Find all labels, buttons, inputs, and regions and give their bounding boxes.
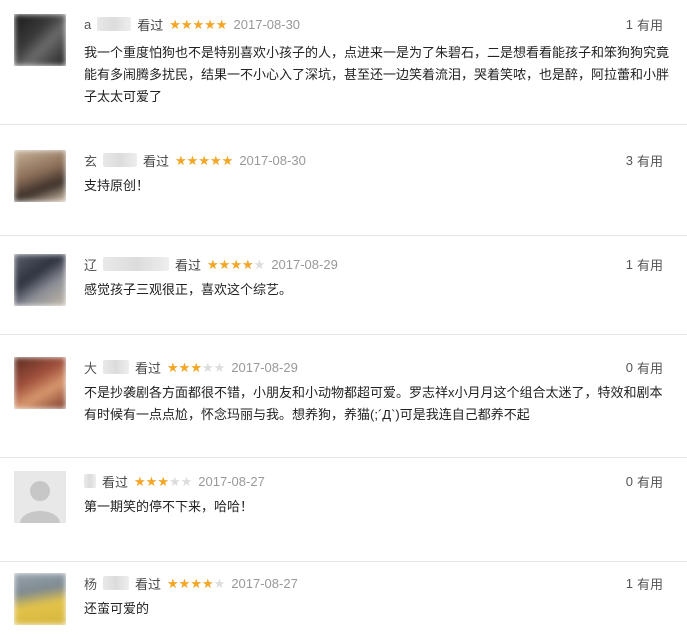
review-meta: 杨 看过 ★★★★★ ★★★★★ 2017-08-27 xyxy=(84,573,298,593)
username-mask xyxy=(97,17,132,31)
username[interactable]: a xyxy=(84,17,91,32)
username[interactable]: 杨 xyxy=(84,574,97,593)
username[interactable]: 大 xyxy=(84,358,97,377)
rating-stars: ★★★★★ ★★★★★ xyxy=(169,18,227,31)
useful-vote[interactable]: 1 有用 xyxy=(626,14,663,34)
watched-status: 看过 xyxy=(135,360,162,376)
star-icons-filled: ★★★★★ xyxy=(175,153,234,167)
review-date: 2017-08-29 xyxy=(231,359,298,375)
username[interactable]: 玄 xyxy=(84,151,97,170)
useful-count: 3 xyxy=(625,152,633,168)
review-comment: 第一期笑的停不下来，哈哈！ xyxy=(84,499,254,514)
username-mask xyxy=(103,153,138,167)
default-user-icon xyxy=(14,471,66,523)
review-meta: a 看过 ★★★★★ ★★★★★ 2017-08-30 xyxy=(84,14,300,34)
avatar[interactable] xyxy=(14,573,66,625)
avatar[interactable] xyxy=(14,254,66,306)
review-item: 看过 ★★★★★ ★★★★★ 2017-08-27 0 有用 第一期笑的停不下来… xyxy=(0,471,687,562)
useful-vote[interactable]: 1 有用 xyxy=(626,573,663,593)
avatar[interactable] xyxy=(14,14,66,66)
useful-label[interactable]: 有用 xyxy=(637,472,663,491)
star-icons-filled: ★★★★★ xyxy=(169,17,228,31)
watched-status: 看过 xyxy=(175,257,202,273)
useful-count: 0 xyxy=(625,359,633,375)
useful-count: 0 xyxy=(625,473,633,489)
useful-count: 1 xyxy=(625,575,633,591)
watched-status: 看过 xyxy=(102,474,129,490)
useful-label[interactable]: 有用 xyxy=(637,358,663,377)
username-mask xyxy=(103,576,130,590)
star-icons-filled: ★★★★★ xyxy=(134,474,169,488)
review-item: a 看过 ★★★★★ ★★★★★ 2017-08-30 1 有用 我一个重度怕狗… xyxy=(0,14,687,125)
star-icons-filled: ★★★★★ xyxy=(167,360,202,374)
useful-vote[interactable]: 3 有用 xyxy=(626,150,663,170)
review-item: 大 看过 ★★★★★ ★★★★★ 2017-08-29 0 有用 不是抄袭剧各方… xyxy=(0,357,687,458)
username-mask xyxy=(84,474,96,488)
rating-stars: ★★★★★ ★★★★★ xyxy=(167,361,225,374)
useful-vote[interactable]: 0 有用 xyxy=(626,471,663,491)
rating-stars: ★★★★★ ★★★★★ xyxy=(134,475,192,488)
review-item: 杨 看过 ★★★★★ ★★★★★ 2017-08-27 1 有用 还蛮可爱的 xyxy=(0,573,687,635)
review-date: 2017-08-30 xyxy=(233,16,301,32)
useful-label[interactable]: 有用 xyxy=(637,255,663,274)
useful-vote[interactable]: 0 有用 xyxy=(626,357,663,377)
review-meta: 大 看过 ★★★★★ ★★★★★ 2017-08-29 xyxy=(84,357,298,377)
review-meta: 辽 看过 ★★★★★ ★★★★★ 2017-08-29 xyxy=(84,254,338,274)
useful-label[interactable]: 有用 xyxy=(637,15,663,34)
star-icons-filled: ★★★★★ xyxy=(167,576,214,590)
useful-label[interactable]: 有用 xyxy=(637,151,663,170)
useful-count: 1 xyxy=(625,16,633,32)
review-comment: 不是抄袭剧各方面都很不错，小朋友和小动物都超可爱。罗志祥x小月月这个组合太迷了，… xyxy=(84,385,663,422)
watched-status: 看过 xyxy=(135,576,162,592)
review-meta: 玄 看过 ★★★★★ ★★★★★ 2017-08-30 xyxy=(84,150,306,170)
avatar[interactable] xyxy=(14,471,66,523)
watched-status: 看过 xyxy=(143,153,170,169)
review-comment: 感觉孩子三观很正，喜欢这个综艺。 xyxy=(84,282,293,297)
review-date: 2017-08-27 xyxy=(198,473,265,489)
username-mask xyxy=(103,257,170,271)
rating-stars: ★★★★★ ★★★★★ xyxy=(207,258,265,271)
username[interactable]: 辽 xyxy=(84,255,97,274)
star-icons-filled: ★★★★★ xyxy=(207,257,254,271)
review-comment: 还蛮可爱的 xyxy=(84,601,150,616)
review-meta: 看过 ★★★★★ ★★★★★ 2017-08-27 xyxy=(84,471,265,491)
useful-vote[interactable]: 1 有用 xyxy=(626,254,663,274)
review-comment: 支持原创！ xyxy=(84,178,150,193)
review-date: 2017-08-29 xyxy=(271,256,338,272)
rating-stars: ★★★★★ ★★★★★ xyxy=(175,154,233,167)
review-comment: 我一个重度怕狗也不是特别喜欢小孩子的人，点进来一是为了朱碧石，二是想看看能孩子和… xyxy=(84,45,670,104)
watched-status: 看过 xyxy=(137,17,164,33)
avatar[interactable] xyxy=(14,357,66,409)
avatar[interactable] xyxy=(14,150,66,202)
useful-count: 1 xyxy=(625,256,633,272)
review-date: 2017-08-30 xyxy=(239,152,306,168)
username-mask xyxy=(103,360,130,374)
review-item: 辽 看过 ★★★★★ ★★★★★ 2017-08-29 1 有用 感觉孩子三观很… xyxy=(0,254,687,335)
rating-stars: ★★★★★ ★★★★★ xyxy=(167,577,225,590)
review-item: 玄 看过 ★★★★★ ★★★★★ 2017-08-30 3 有用 支持原创！ xyxy=(0,150,687,236)
useful-label[interactable]: 有用 xyxy=(637,574,663,593)
review-date: 2017-08-27 xyxy=(231,575,298,591)
